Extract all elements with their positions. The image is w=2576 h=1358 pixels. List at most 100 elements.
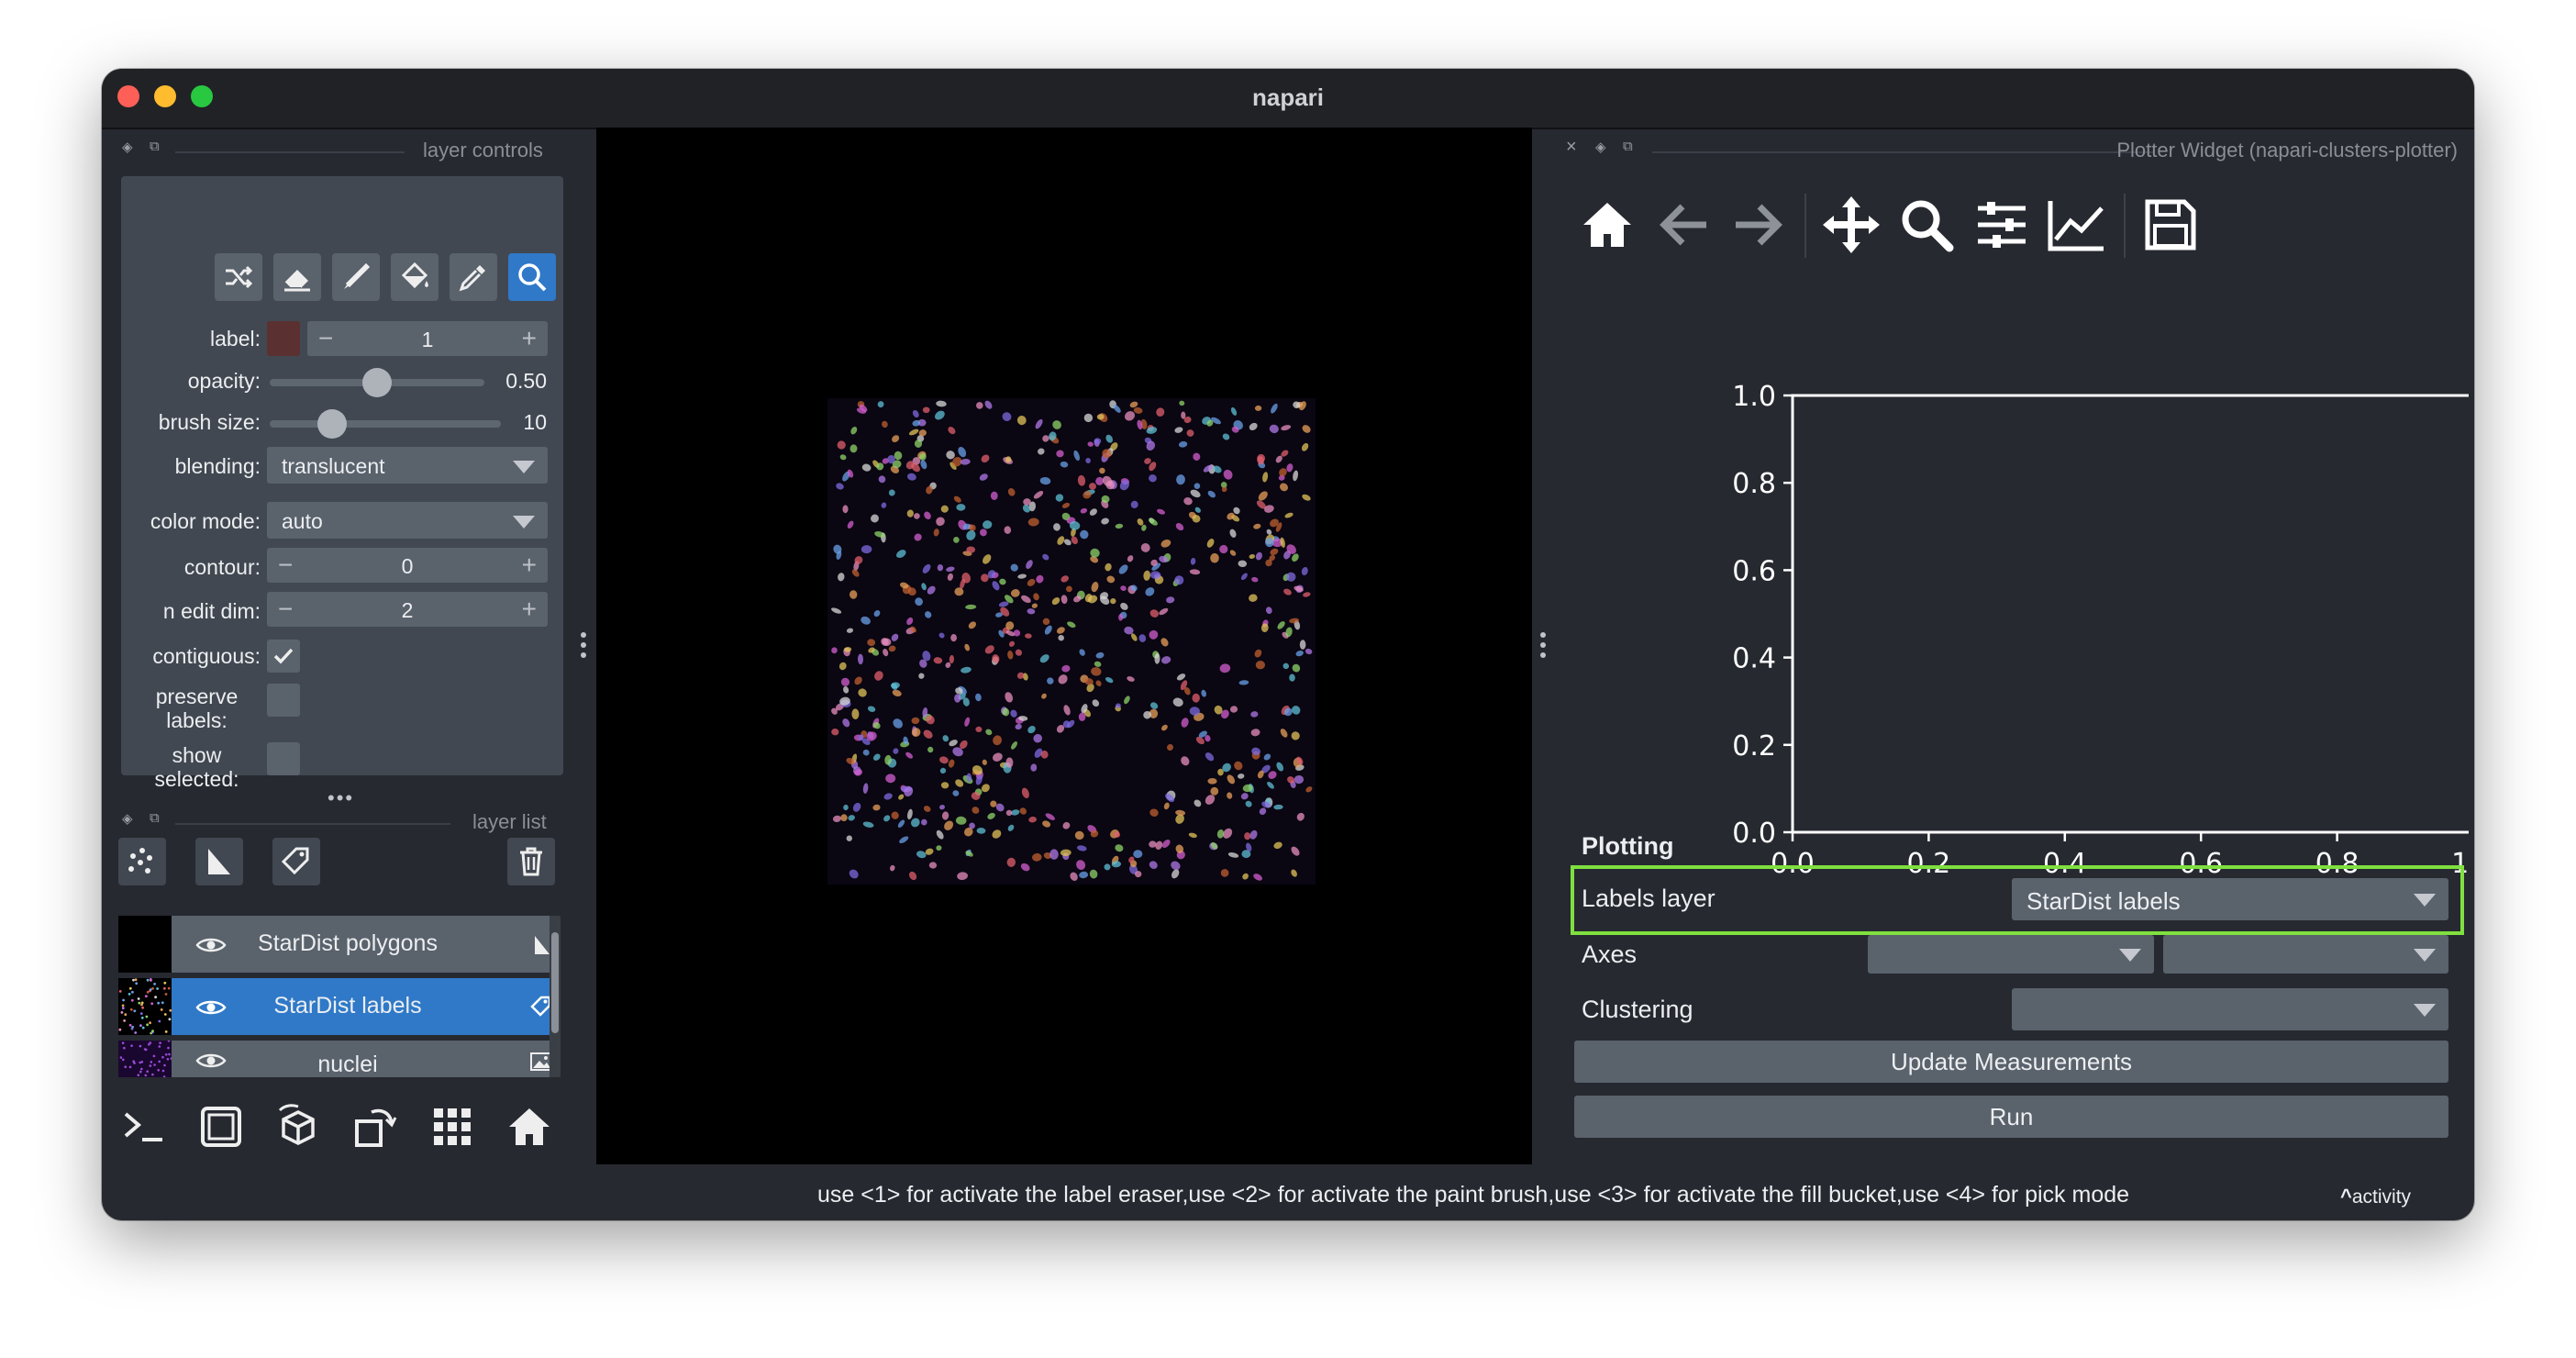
nucleus-label	[885, 774, 896, 784]
thumbnail-dot	[140, 1061, 144, 1063]
thumbnail-dot	[157, 1069, 160, 1072]
scrollbar-thumb[interactable]	[551, 932, 559, 1033]
save-icon[interactable]	[2138, 192, 2203, 258]
dock-float-icon[interactable]: ⧉	[150, 139, 160, 154]
edit-axis-icon[interactable]	[2045, 192, 2109, 258]
brush-size-slider-handle[interactable]	[317, 409, 348, 439]
thumbnail-dot	[129, 1007, 133, 1011]
right-dock-splitter[interactable]	[1540, 632, 1546, 662]
layer-row-nuclei[interactable]: nuclei	[118, 1041, 559, 1077]
zoom-icon[interactable]	[508, 253, 556, 301]
label-color-swatch[interactable]	[267, 321, 300, 356]
increment-icon[interactable]: +	[522, 551, 537, 580]
show-selected-checkbox[interactable]	[267, 742, 300, 775]
preserve-labels-checkbox[interactable]	[267, 684, 300, 717]
thumbnail-dot	[124, 1065, 127, 1068]
roll-dims-icon[interactable]	[271, 1099, 326, 1154]
contiguous-label: contiguous:	[152, 644, 261, 668]
activity-toggle[interactable]: ^activity	[2340, 1185, 2411, 1208]
dock-float-icon[interactable]: ⧉	[150, 810, 160, 826]
thumbnail-dot	[156, 987, 159, 990]
left-dock-splitter[interactable]	[581, 632, 586, 662]
thumbnail-dot	[154, 996, 157, 999]
thumbnail-dot	[153, 983, 156, 985]
clustering-dropdown[interactable]	[2012, 988, 2448, 1030]
nucleus-label	[1049, 849, 1059, 860]
dock-close-icon[interactable]: ◈	[1595, 139, 1606, 155]
chevron-down-icon	[513, 461, 535, 473]
2d-3d-toggle-icon[interactable]	[194, 1099, 249, 1154]
transpose-icon[interactable]	[348, 1099, 403, 1154]
increment-icon[interactable]: +	[522, 595, 537, 624]
brush-size-slider[interactable]	[270, 420, 501, 428]
console-icon[interactable]	[117, 1099, 172, 1154]
y-tick-label: 1.0	[1732, 381, 1776, 413]
viewer-canvas[interactable]	[596, 128, 1532, 1164]
labels-image	[827, 398, 1316, 885]
show-selected-label: show selected:	[130, 743, 263, 791]
y-tick-label: 0.2	[1732, 730, 1776, 762]
update-measurements-button[interactable]: Update Measurements	[1574, 1041, 2448, 1083]
thumbnail-dot	[130, 1027, 134, 1030]
axes-y-dropdown[interactable]	[2163, 935, 2448, 974]
back-arrow-icon[interactable]	[1652, 192, 1716, 258]
layer-list-scrollbar[interactable]	[550, 916, 561, 1077]
thumbnail-dot	[140, 1067, 143, 1071]
new-shapes-layer-button[interactable]	[195, 838, 243, 885]
thumbnail-dot	[163, 986, 166, 990]
thumbnail-dot	[161, 1055, 164, 1059]
layer-row-stardist-labels[interactable]: StarDist labels	[118, 977, 559, 1035]
thumbnail-dot	[162, 1075, 166, 1077]
trash-icon	[520, 847, 542, 876]
dock-splitter-handle[interactable]: •••	[328, 786, 354, 810]
layer-controls-title: layer controls	[423, 139, 543, 161]
thumbnail-dot	[121, 1004, 125, 1007]
plotter-widget-title: Plotter Widget (napari-clusters-plotter)	[2116, 139, 2458, 161]
n-edit-dim-spinbox[interactable]: − 2 +	[267, 592, 548, 627]
plot-home-icon[interactable]	[1575, 192, 1639, 258]
thumbnail-dot	[146, 1070, 149, 1073]
plot-zoom-icon[interactable]	[1894, 192, 1959, 258]
configure-subplots-icon[interactable]	[1970, 192, 2034, 258]
layer-row-stardist-polygons[interactable]: StarDist polygons	[118, 916, 559, 973]
scatter-plot[interactable]: 0.00.20.40.60.81.00.00.20.40.60.81.0	[1606, 298, 2469, 922]
delete-layer-button[interactable]	[507, 838, 555, 885]
thumbnail-dot	[168, 1018, 172, 1021]
thumbnail-dot	[149, 977, 152, 981]
label-label: label:	[210, 327, 261, 351]
increment-icon[interactable]: +	[522, 324, 537, 353]
fill-bucket-icon[interactable]	[391, 253, 439, 301]
new-points-layer-button[interactable]	[118, 838, 166, 885]
thumbnail-dot	[167, 1046, 170, 1050]
dock-close-icon[interactable]: ◈	[122, 139, 133, 155]
eraser-icon[interactable]	[273, 253, 321, 301]
dock-title-rule	[175, 151, 405, 153]
contiguous-checkbox[interactable]	[267, 640, 300, 673]
nucleus-label	[1005, 757, 1014, 768]
contour-spinbox[interactable]: − 0 +	[267, 548, 548, 583]
status-message: use <1> for activate the label eraser,us…	[817, 1182, 2130, 1208]
pan-icon[interactable]	[1819, 192, 1883, 258]
forward-arrow-icon[interactable]	[1726, 192, 1790, 258]
thumbnail-dot	[170, 1057, 173, 1060]
dock-close-icon[interactable]: ◈	[122, 810, 133, 827]
label-spinbox[interactable]: − 1 +	[307, 321, 548, 356]
labels-layer-dropdown[interactable]: StarDist labels	[2012, 878, 2448, 920]
opacity-slider-handle[interactable]	[362, 368, 392, 397]
blending-dropdown[interactable]: translucent	[267, 447, 548, 484]
home-icon[interactable]	[502, 1099, 557, 1154]
axes-x-dropdown[interactable]	[1868, 935, 2154, 974]
plotting-section-title: Plotting	[1582, 832, 1674, 860]
color-mode-dropdown[interactable]: auto	[267, 502, 548, 539]
grid-icon[interactable]	[425, 1099, 480, 1154]
thumbnail-dot	[163, 1063, 166, 1067]
close-icon[interactable]: ×	[1566, 137, 1577, 158]
new-labels-layer-button[interactable]	[272, 838, 320, 885]
color-picker-icon[interactable]	[450, 253, 497, 301]
paint-brush-icon[interactable]	[332, 253, 380, 301]
thumbnail-dot	[138, 1001, 141, 1005]
nucleus-label	[1255, 661, 1265, 670]
shuffle-colors-icon[interactable]	[215, 253, 262, 301]
dock-float-icon[interactable]: ⧉	[1623, 139, 1633, 154]
run-button[interactable]: Run	[1574, 1096, 2448, 1138]
